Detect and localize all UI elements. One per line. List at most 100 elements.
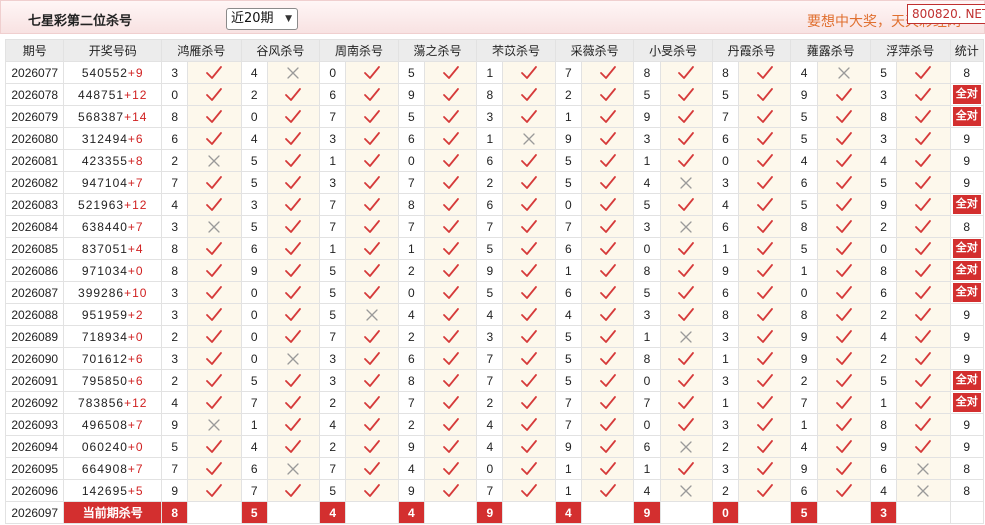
check-icon xyxy=(659,413,713,436)
check-icon xyxy=(580,237,635,260)
draw-number: 312494 xyxy=(81,131,128,146)
kill-number: 2 xyxy=(711,479,740,502)
kill-number: 4 xyxy=(240,61,268,84)
check-icon xyxy=(423,237,478,260)
draw-number: 837051 xyxy=(81,241,128,256)
draw-number: 783856 xyxy=(78,395,125,410)
draw-number: 060240 xyxy=(81,439,128,454)
check-icon xyxy=(502,391,556,414)
kill-number: 6 xyxy=(554,281,582,304)
check-icon xyxy=(345,149,399,172)
check-icon xyxy=(580,149,635,172)
check-icon xyxy=(187,281,242,304)
draw-number: 701612 xyxy=(81,351,128,366)
kill-number: 3 xyxy=(633,215,661,238)
period-cell: 2026090 xyxy=(4,347,65,370)
check-icon xyxy=(266,127,321,150)
kill-number: 7 xyxy=(476,347,504,370)
check-icon xyxy=(502,325,556,348)
current-empty-cell xyxy=(896,501,951,524)
draw-number: 448751 xyxy=(78,87,125,102)
check-icon xyxy=(502,61,556,84)
check-icon xyxy=(738,61,792,84)
check-icon xyxy=(738,325,792,348)
kill-number: 5 xyxy=(397,105,425,128)
check-icon xyxy=(738,347,792,370)
kill-number: 0 xyxy=(633,369,661,392)
draw-plus: +10 xyxy=(124,285,148,300)
check-icon xyxy=(266,413,321,436)
check-icon xyxy=(659,281,713,304)
period-cell: 2026082 xyxy=(4,171,65,194)
current-empty-cell xyxy=(816,501,872,524)
kill-number: 5 xyxy=(790,237,818,260)
cross-icon xyxy=(659,325,713,348)
kill-number: 7 xyxy=(161,457,189,480)
check-icon xyxy=(423,479,478,502)
kill-number: 5 xyxy=(397,61,425,84)
check-icon xyxy=(423,171,478,194)
stat-cell: 全对 xyxy=(949,259,985,282)
current-period-row: 2026097 当前期杀号 8 5 4 4 9 4 9 0 5 3 xyxy=(4,501,985,524)
draw-plus: +7 xyxy=(127,417,144,432)
stat-cell: 全对 xyxy=(949,83,985,106)
check-icon xyxy=(659,391,713,414)
kill-number: 9 xyxy=(161,479,189,502)
check-icon xyxy=(502,479,556,502)
check-icon xyxy=(659,61,713,84)
kill-number: 1 xyxy=(476,127,504,150)
header-stats: 统计 xyxy=(949,39,985,62)
kill-number: 4 xyxy=(476,413,504,436)
kill-number: 8 xyxy=(869,413,898,436)
kill-number: 4 xyxy=(161,193,189,216)
check-icon xyxy=(502,303,556,326)
kill-number: 7 xyxy=(554,61,582,84)
check-icon xyxy=(502,215,556,238)
check-icon xyxy=(345,237,399,260)
all-correct-badge: 全对 xyxy=(952,371,981,390)
draw-cell: 971034+0 xyxy=(63,259,163,282)
check-icon xyxy=(896,237,951,260)
check-icon xyxy=(738,413,792,436)
check-icon xyxy=(345,259,399,282)
page-title: 七星彩第二位杀号 xyxy=(28,14,133,29)
kill-number: 9 xyxy=(790,83,818,106)
check-icon xyxy=(423,347,478,370)
draw-cell: 521963+12 xyxy=(63,193,163,216)
check-icon xyxy=(896,303,951,326)
stat-cell: 全对 xyxy=(949,391,985,414)
table-header-row: 期号 开奖号码 鸿雁杀号 谷风杀号 周南杀号 蕩之杀号 芣苡杀号 采薇杀号 小旻… xyxy=(4,39,985,62)
check-icon xyxy=(659,193,713,216)
check-icon xyxy=(187,435,242,458)
table-row: 2026089 718934+0 2 0 7 2 3 5 1 3 9 4 9 xyxy=(4,325,985,348)
check-icon xyxy=(738,435,792,458)
check-icon xyxy=(345,325,399,348)
all-correct-badge: 全对 xyxy=(952,107,981,126)
check-icon xyxy=(266,149,321,172)
kill-number: 5 xyxy=(869,171,898,194)
period-range-select[interactable]: 近20期 ▼ xyxy=(226,8,298,30)
kill-number: 5 xyxy=(476,237,504,260)
kill-number: 8 xyxy=(633,259,661,282)
check-icon xyxy=(266,369,321,392)
kill-number: 6 xyxy=(476,149,504,172)
cross-icon xyxy=(345,303,399,326)
period-cell: 2026087 xyxy=(4,281,65,304)
kill-number: 5 xyxy=(240,369,268,392)
draw-number: 718934 xyxy=(81,329,128,344)
kill-number: 2 xyxy=(319,435,347,458)
kill-number: 6 xyxy=(319,83,347,106)
kill-number: 4 xyxy=(790,149,818,172)
kill-number: 9 xyxy=(711,259,740,282)
kill-number: 9 xyxy=(790,457,818,480)
check-icon xyxy=(738,259,792,282)
cross-icon xyxy=(896,457,951,480)
check-icon xyxy=(502,413,556,436)
kill-number: 4 xyxy=(633,479,661,502)
check-icon xyxy=(345,105,399,128)
check-icon xyxy=(345,83,399,106)
draw-cell: 540552+9 xyxy=(63,61,163,84)
kill-number: 5 xyxy=(240,171,268,194)
cross-icon xyxy=(659,215,713,238)
kill-number: 7 xyxy=(319,457,347,480)
